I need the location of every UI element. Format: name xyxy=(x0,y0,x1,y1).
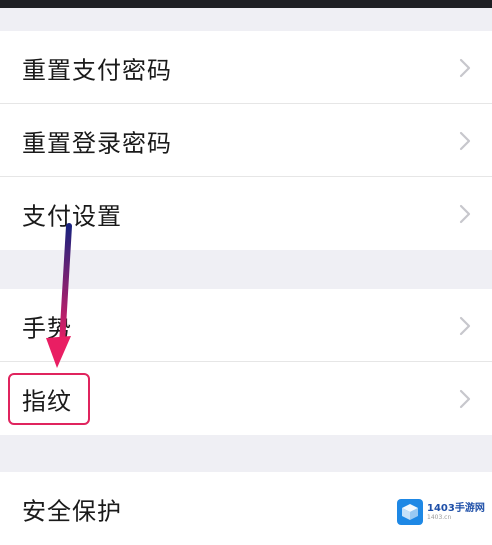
chevron-right-icon xyxy=(459,204,471,223)
chevron-right-icon xyxy=(459,316,471,335)
settings-item-reset-login-password[interactable]: 重置登录密码 xyxy=(0,104,492,177)
settings-item-label: 重置登录密码 xyxy=(22,129,172,157)
settings-item-label: 支付设置 xyxy=(22,202,122,230)
settings-item-label: 安全保护 xyxy=(22,497,122,525)
chevron-right-icon xyxy=(459,131,471,150)
status-bar-strip xyxy=(0,0,492,8)
settings-item-reset-payment-password[interactable]: 重置支付密码 xyxy=(0,31,492,104)
settings-item-label: 手势 xyxy=(22,314,72,342)
watermark: 1403手游网 1403.cn xyxy=(393,495,492,529)
settings-item-payment-settings[interactable]: 支付设置 xyxy=(0,177,492,250)
chevron-right-icon xyxy=(459,58,471,77)
fingerprint-highlight-box xyxy=(8,373,90,425)
settings-item-label: 重置支付密码 xyxy=(22,56,172,84)
settings-item-gesture[interactable]: 手势 xyxy=(0,289,492,362)
watermark-text: 1403手游网 xyxy=(427,503,485,514)
settings-group-password-payment: 重置支付密码 重置登录密码 支付设置 xyxy=(0,31,492,250)
watermark-subtext: 1403.cn xyxy=(427,514,452,521)
chevron-right-icon xyxy=(459,389,471,408)
cube-logo-icon xyxy=(397,499,423,525)
